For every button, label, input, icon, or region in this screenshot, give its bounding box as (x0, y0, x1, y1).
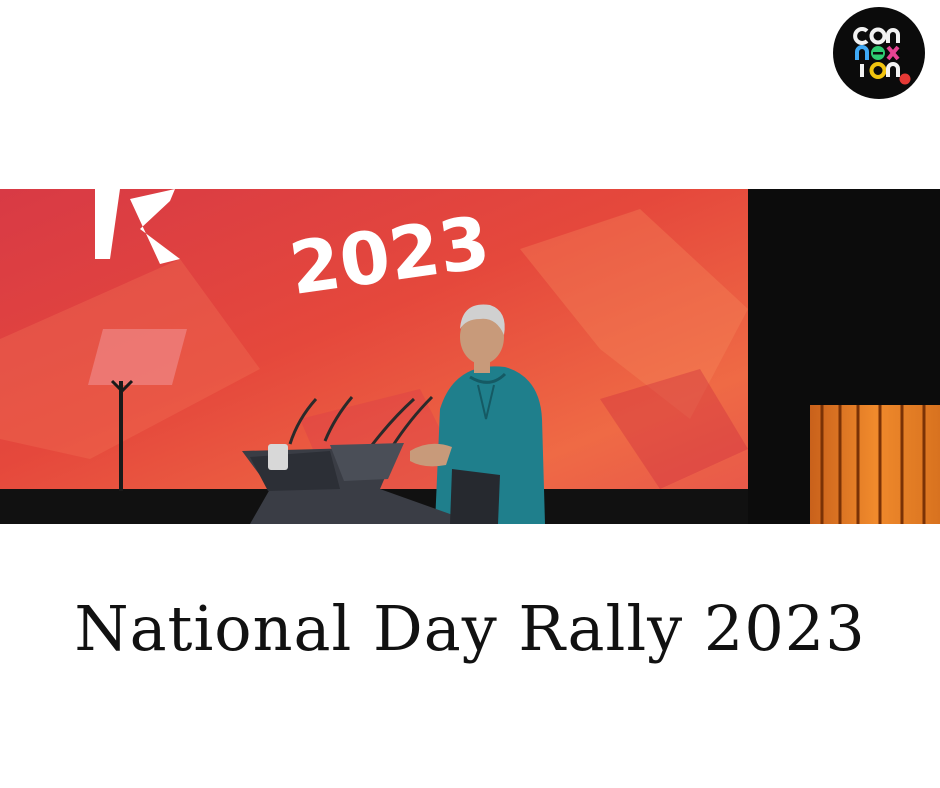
teleprompter (88, 329, 187, 385)
caption-title: National Day Rally 2023 (74, 592, 866, 665)
connexion-logo (833, 7, 925, 99)
lectern-crest (268, 444, 288, 470)
connexion-logo-icon (853, 27, 911, 85)
logo-row-3 (860, 61, 900, 79)
rally-stage-photo-icon: 2023 (0, 189, 940, 524)
logo-row-1 (853, 27, 900, 45)
rally-stage-photo: 2023 (0, 189, 940, 524)
logo-row-2 (855, 45, 900, 61)
logo-red-dot (899, 73, 911, 85)
stage-lamp (810, 405, 940, 524)
